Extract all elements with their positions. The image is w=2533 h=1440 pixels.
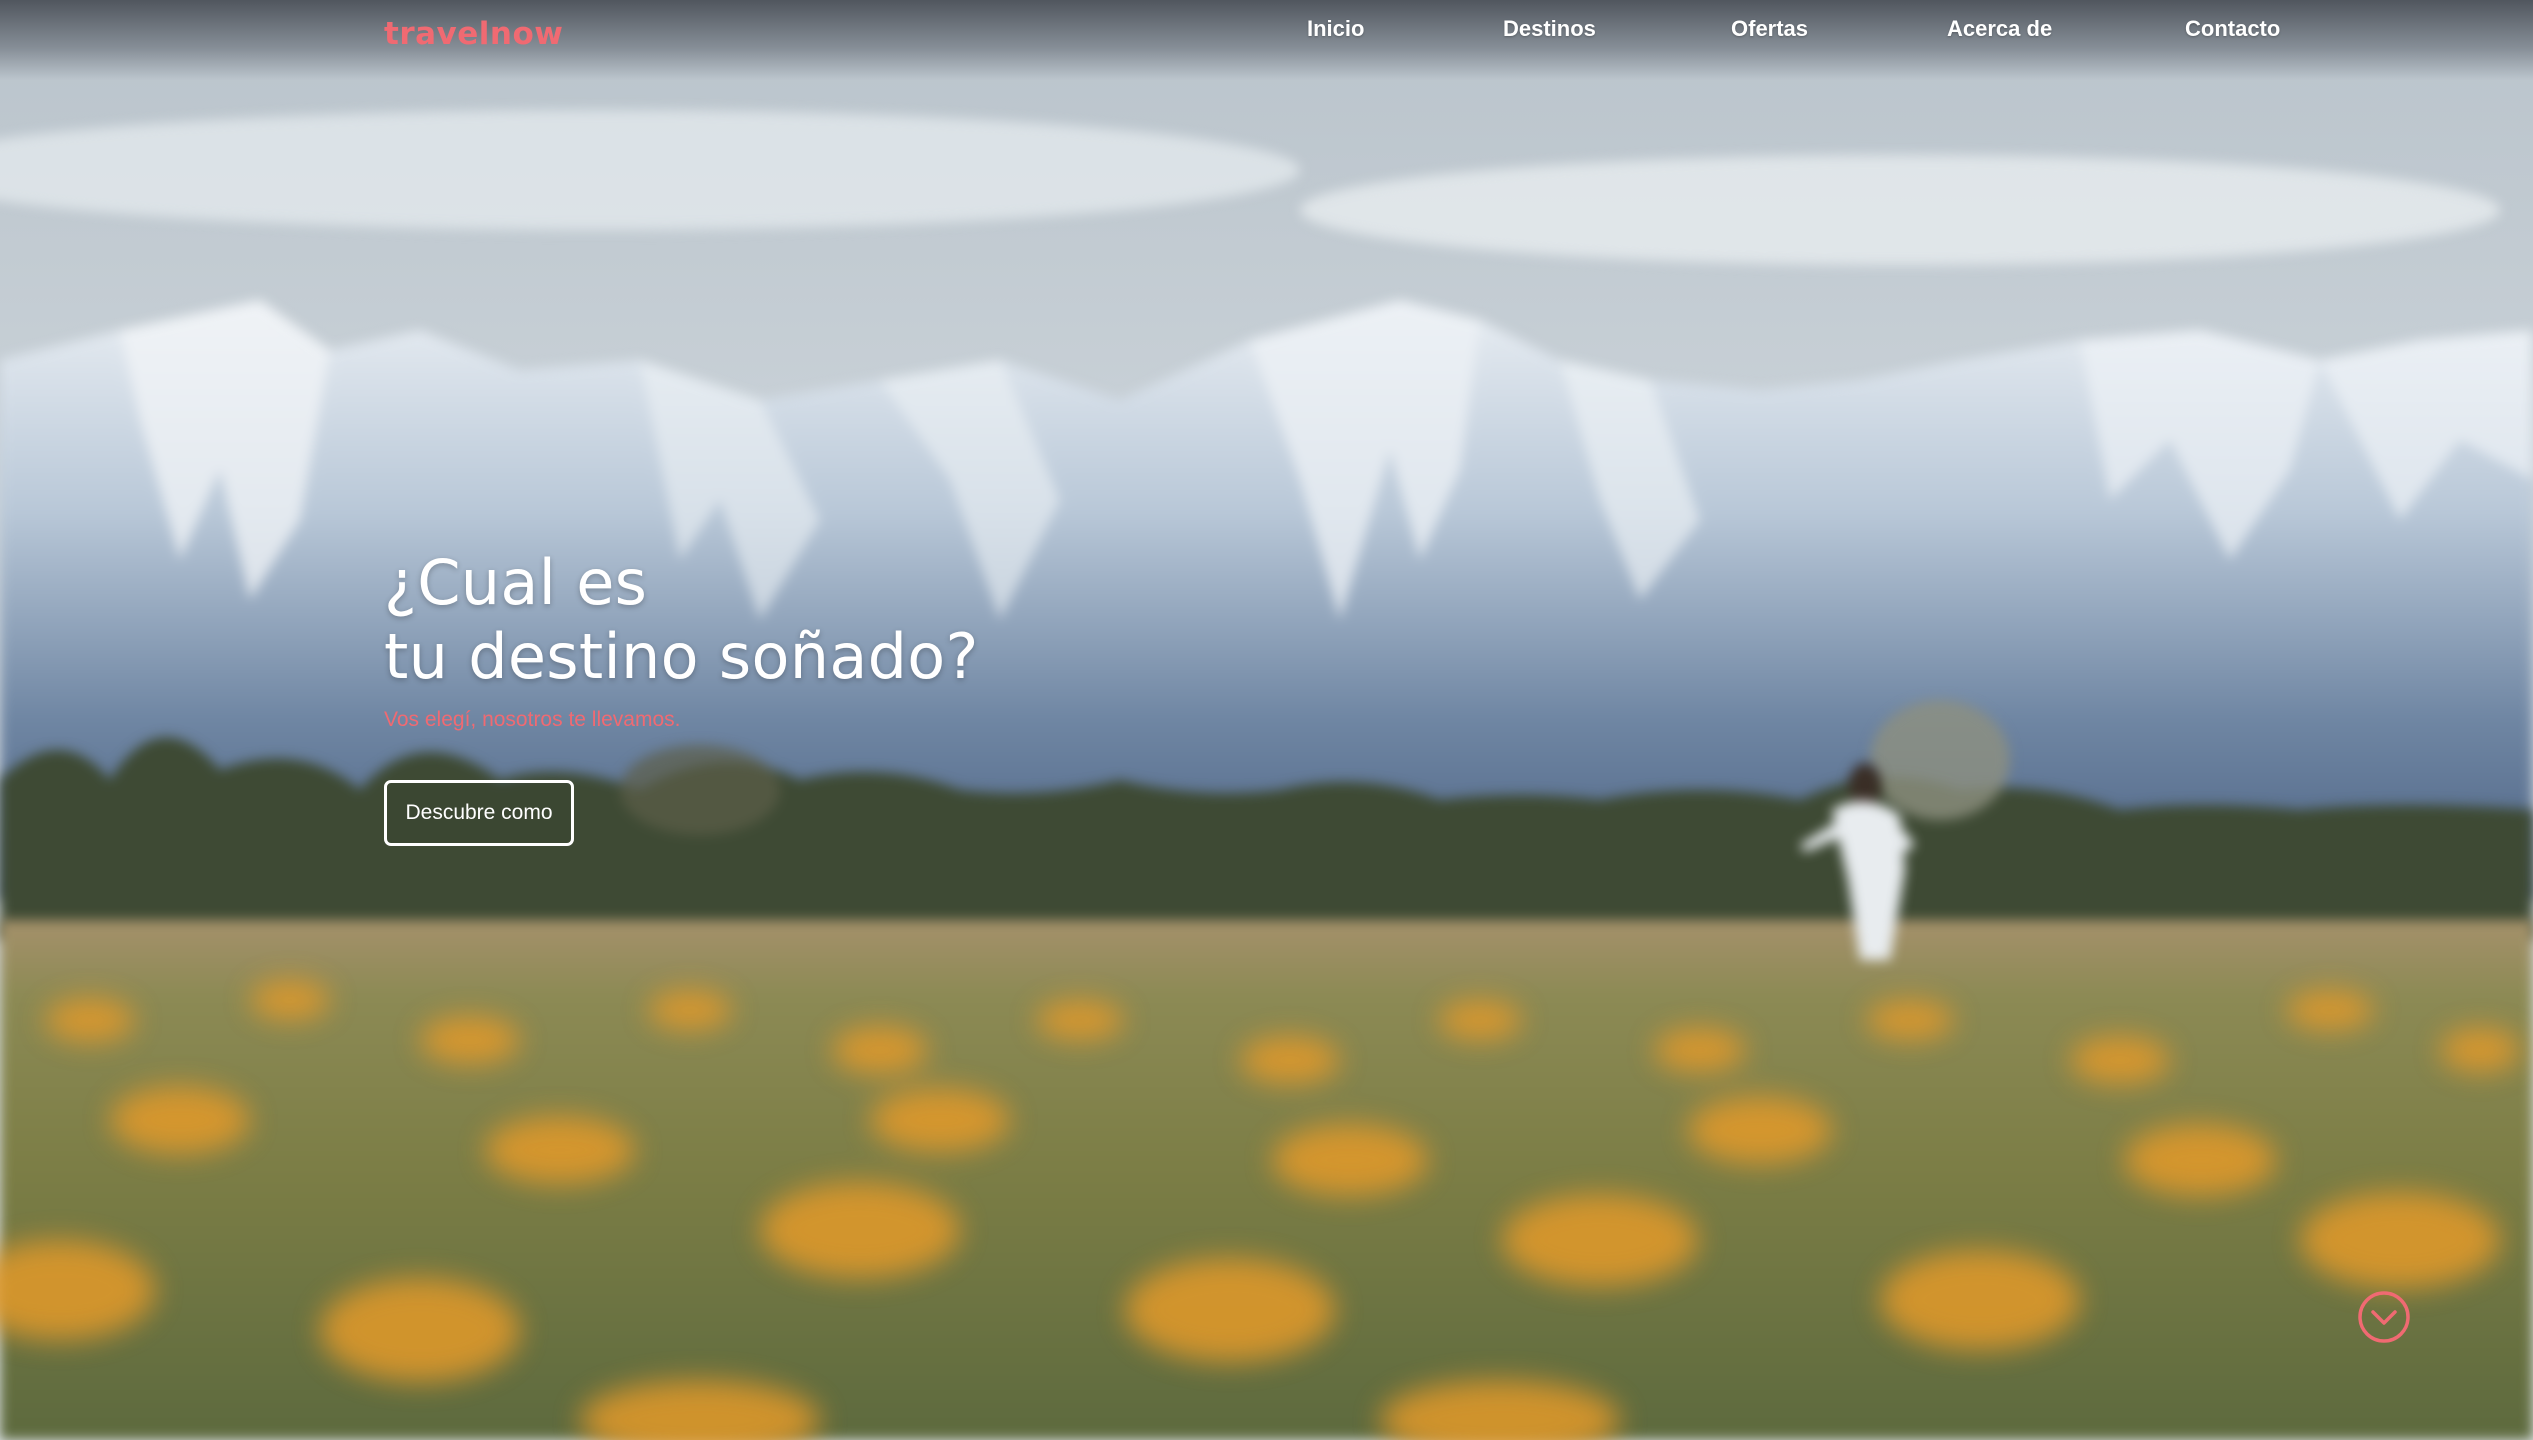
hero-title: ¿Cual es tu destino soñado? (384, 546, 979, 694)
nav-link-contacto[interactable]: Contacto (2185, 16, 2280, 42)
discover-button[interactable]: Descubre como (384, 780, 574, 846)
hero-background-image (0, 0, 2533, 1440)
main-nav: Inicio Destinos Ofertas Acerca de Contac… (0, 16, 2533, 56)
hero-title-line-2: tu destino soñado? (384, 620, 979, 693)
hero-subtitle: Vos elegí, nosotros te llevamos. (384, 708, 681, 731)
chevron-down-circle-icon[interactable] (2357, 1290, 2411, 1344)
landscape-illustration (0, 0, 2533, 1440)
nav-link-inicio[interactable]: Inicio (1307, 16, 1364, 42)
hero-title-line-1: ¿Cual es (384, 546, 648, 619)
nav-link-destinos[interactable]: Destinos (1503, 16, 1596, 42)
top-navbar: travelnow Inicio Destinos Ofertas Acerca… (0, 0, 2533, 80)
nav-link-acerca-de[interactable]: Acerca de (1947, 16, 2052, 42)
nav-link-ofertas[interactable]: Ofertas (1731, 16, 1808, 42)
